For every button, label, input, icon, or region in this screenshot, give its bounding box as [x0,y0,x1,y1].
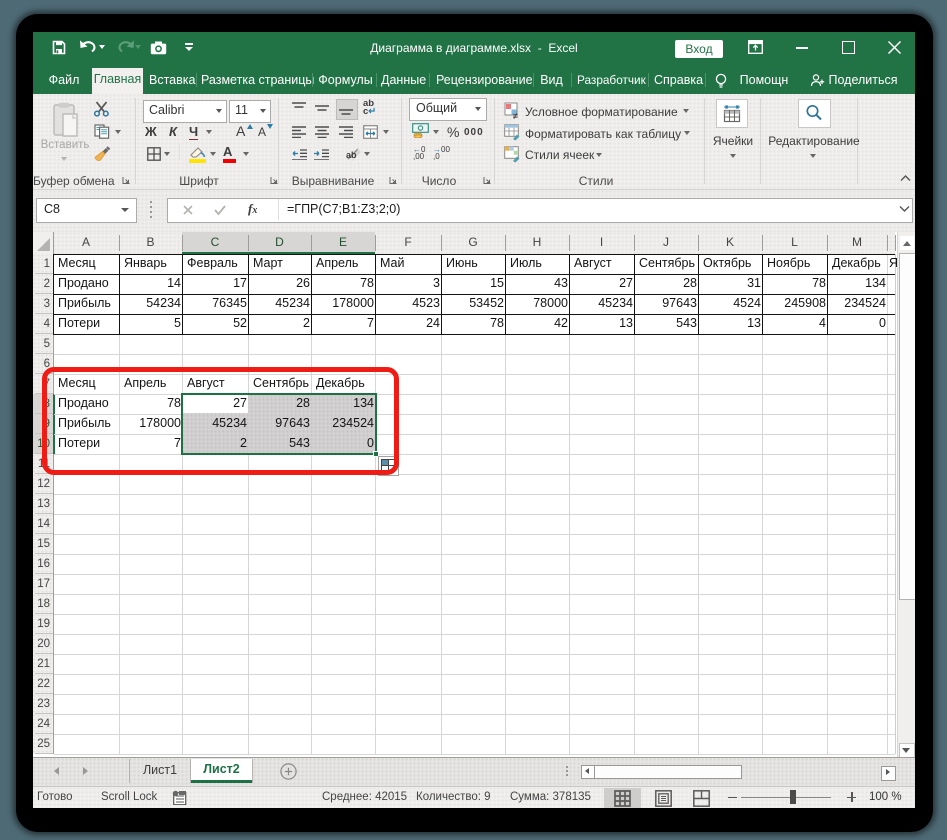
svg-text:ab: ab [346,150,357,160]
svg-text:≠: ≠ [513,111,518,119]
